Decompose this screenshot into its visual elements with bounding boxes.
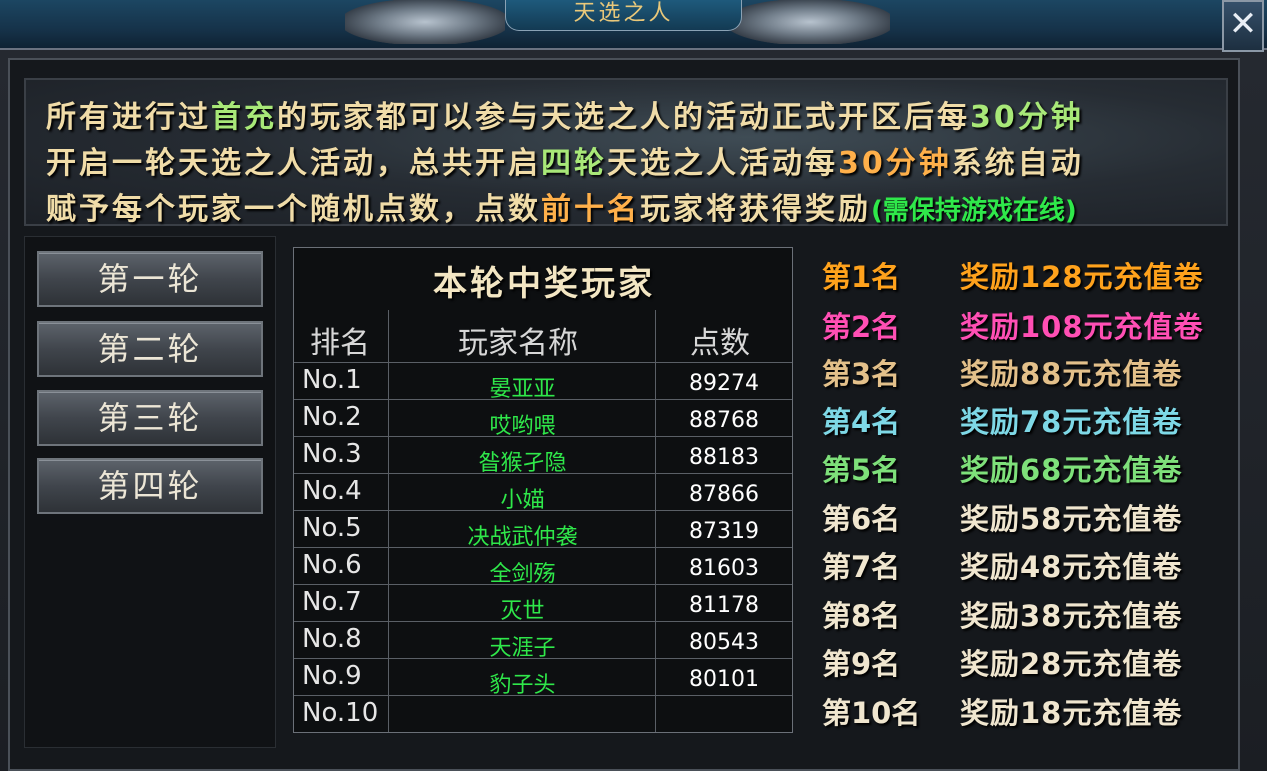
header-ornament-right bbox=[730, 0, 890, 44]
close-icon: ✕ bbox=[1228, 4, 1258, 44]
table-row: No.1 晏亚亚 89274 bbox=[294, 362, 792, 402]
description-text: 的玩家都可以参与天选之人的活动正式开区后每 bbox=[277, 100, 970, 135]
table-row: No.3 昝猴孑隐 88183 bbox=[294, 436, 792, 476]
column-header-player-name: 玩家名称 bbox=[458, 326, 578, 361]
description-text: 系统自动 bbox=[951, 146, 1084, 181]
reward-description: 奖励78元充值卷 bbox=[960, 405, 1183, 439]
row-score: 81178 bbox=[689, 593, 759, 618]
table-row: No.10 bbox=[294, 695, 792, 733]
description-text: 赋予每个玩家一个随机点数，点数 bbox=[46, 192, 541, 227]
description-line-3: 赋予每个玩家一个随机点数，点数前十名玩家将获得奖励(需保持游戏在线) bbox=[46, 184, 1077, 228]
row-score: 87866 bbox=[689, 482, 759, 507]
online-requirement-note: (需保持游戏在线) bbox=[871, 196, 1077, 226]
reward-rank-label: 第9名 bbox=[822, 647, 901, 681]
reward-rank-label: 第7名 bbox=[822, 550, 901, 584]
row-score: 88768 bbox=[689, 408, 759, 433]
reward-rank-label: 第5名 bbox=[822, 453, 901, 487]
row-score: 88183 bbox=[689, 445, 759, 470]
row-rank: No.8 bbox=[302, 624, 362, 654]
description-line-2: 开启一轮天选之人活动，总共开启四轮天选之人活动每30分钟系统自动 bbox=[46, 138, 1084, 182]
table-row: No.9 豹子头 80101 bbox=[294, 658, 792, 698]
description-highlight: 30分钟 bbox=[970, 100, 1084, 135]
reward-description: 奖励58元充值卷 bbox=[960, 502, 1183, 536]
event-description-banner: 所有进行过首充的玩家都可以参与天选之人的活动正式开区后每30分钟 开启一轮天选之… bbox=[24, 78, 1228, 228]
round-3-button[interactable]: 第三轮 bbox=[37, 390, 263, 446]
reward-rank-label: 第10名 bbox=[822, 696, 921, 730]
reward-description: 奖励68元充值卷 bbox=[960, 453, 1183, 487]
table-row: No.7 灭世 81178 bbox=[294, 584, 792, 624]
row-rank: No.4 bbox=[302, 476, 362, 506]
row-rank: No.3 bbox=[302, 439, 362, 469]
header-ornament-left bbox=[345, 0, 505, 44]
reward-description: 奖励48元充值卷 bbox=[960, 550, 1183, 584]
window-title: 天选之人 bbox=[505, 0, 742, 31]
column-header-score: 点数 bbox=[690, 326, 750, 361]
round-1-button[interactable]: 第一轮 bbox=[37, 251, 263, 307]
description-highlight: 四轮 bbox=[541, 146, 607, 181]
reward-rank-label: 第8名 bbox=[822, 599, 901, 633]
winners-table-title: 本轮中奖玩家 bbox=[433, 264, 655, 304]
reward-rank-label: 第4名 bbox=[822, 405, 901, 439]
row-score: 80543 bbox=[689, 630, 759, 655]
reward-rank-label: 第6名 bbox=[822, 502, 901, 536]
winners-table: 本轮中奖玩家 排名 玩家名称 点数 No.1 晏亚亚 89274 No.2 哎哟… bbox=[293, 247, 793, 733]
row-rank: No.7 bbox=[302, 587, 362, 617]
close-button[interactable]: ✕ bbox=[1222, 0, 1264, 52]
row-score: 80101 bbox=[689, 667, 759, 692]
row-score: 89274 bbox=[689, 371, 759, 396]
description-text: 开启一轮天选之人活动，总共开启 bbox=[46, 146, 541, 181]
event-window: 天选之人 ✕ 所有进行过首充的玩家都可以参与天选之人的活动正式开区后每30分钟 … bbox=[0, 0, 1267, 771]
reward-description: 奖励88元充值卷 bbox=[960, 357, 1183, 391]
reward-description: 奖励128元充值卷 bbox=[960, 260, 1204, 294]
table-row: No.5 决战武仲袭 87319 bbox=[294, 510, 792, 550]
row-rank: No.1 bbox=[302, 365, 362, 395]
round-2-button[interactable]: 第二轮 bbox=[37, 321, 263, 377]
reward-description: 奖励18元充值卷 bbox=[960, 696, 1183, 730]
description-highlight: 30分钟 bbox=[838, 146, 952, 181]
row-score: 81603 bbox=[689, 556, 759, 581]
reward-rank-label: 第2名 bbox=[822, 310, 901, 344]
description-line-1: 所有进行过首充的玩家都可以参与天选之人的活动正式开区后每30分钟 bbox=[46, 92, 1084, 136]
row-rank: No.9 bbox=[302, 661, 362, 691]
reward-rank-label: 第1名 bbox=[822, 260, 901, 294]
reward-description: 奖励38元充值卷 bbox=[960, 599, 1183, 633]
round-selector: 第一轮 第二轮 第三轮 第四轮 bbox=[24, 236, 276, 748]
description-text: 玩家将获得奖励 bbox=[640, 192, 871, 227]
row-rank: No.2 bbox=[302, 402, 362, 432]
row-score: 87319 bbox=[689, 519, 759, 544]
table-row: No.8 天涯子 80543 bbox=[294, 621, 792, 661]
description-text: 所有进行过 bbox=[46, 100, 211, 135]
reward-description: 奖励108元充值卷 bbox=[960, 310, 1204, 344]
description-highlight: 首充 bbox=[211, 100, 277, 135]
reward-rank-label: 第3名 bbox=[822, 357, 901, 391]
description-highlight: 前十名 bbox=[541, 192, 640, 227]
table-row: No.6 全剑殇 81603 bbox=[294, 547, 792, 587]
row-rank: No.5 bbox=[302, 513, 362, 543]
reward-description: 奖励28元充值卷 bbox=[960, 647, 1183, 681]
table-row: No.2 哎哟喂 88768 bbox=[294, 399, 792, 439]
column-header-rank: 排名 bbox=[310, 326, 370, 361]
description-text: 天选之人活动每 bbox=[607, 146, 838, 181]
row-rank: No.6 bbox=[302, 550, 362, 580]
reward-list: 第1名 奖励128元充值卷 第2名 奖励108元充值卷 第3名 奖励88元充值卷… bbox=[820, 250, 1220, 730]
round-4-button[interactable]: 第四轮 bbox=[37, 458, 263, 514]
row-rank: No.10 bbox=[302, 698, 379, 728]
table-row: No.4 小媌 87866 bbox=[294, 473, 792, 513]
